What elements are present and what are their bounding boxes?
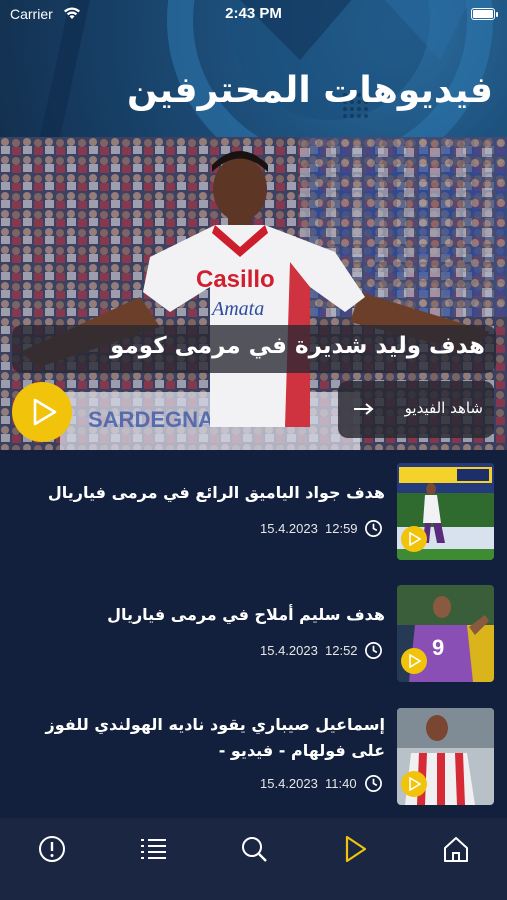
svg-text:SARDEGNA: SARDEGNA <box>88 407 214 432</box>
video-time: 11:40 <box>325 776 357 791</box>
video-date: 15.4.2023 <box>260 643 318 658</box>
jersey-sponsor: Casillo <box>196 266 275 293</box>
play-icon <box>409 654 422 668</box>
home-icon[interactable] <box>441 834 471 864</box>
list-item[interactable]: 9 هدف سليم أملاح في مرمى فياريال 12:52 1… <box>0 572 507 682</box>
featured-video[interactable]: SARDEGNA Casillo Amata هدف وليد شديرة في… <box>0 137 507 450</box>
watch-video-button[interactable]: شاهد الفيديو <box>338 381 494 438</box>
clock-icon <box>365 775 382 792</box>
status-bar: Carrier 2:43 PM <box>0 4 507 24</box>
video-date: 15.4.2023 <box>260 521 318 536</box>
clock-icon <box>365 520 382 537</box>
video-title[interactable]: هدف سليم أملاح في مرمى فياريال <box>7 602 385 628</box>
watch-video-label: شاهد الفيديو <box>404 399 483 417</box>
page-title: فيديوهات المحترفين <box>126 70 493 111</box>
info-icon[interactable] <box>37 834 67 864</box>
video-time: 12:52 <box>325 643 358 658</box>
video-time: 12:59 <box>325 521 358 536</box>
clock-icon <box>365 642 382 659</box>
search-icon[interactable] <box>239 834 269 864</box>
play-button[interactable] <box>401 526 427 552</box>
hero-title[interactable]: هدف وليد شديرة في مرمى كومو <box>110 333 485 359</box>
play-icon <box>409 532 422 546</box>
play-icon <box>33 398 57 426</box>
video-date: 15.4.2023 <box>260 776 318 791</box>
play-button[interactable] <box>401 771 427 797</box>
tab-bar <box>0 818 507 900</box>
video-thumbnail[interactable]: 9 <box>397 585 494 682</box>
play-icon[interactable] <box>340 834 370 864</box>
arrow-right-icon <box>354 403 374 415</box>
play-icon <box>409 777 422 791</box>
play-button[interactable] <box>12 382 72 442</box>
svg-text:9: 9 <box>432 635 444 660</box>
play-button[interactable] <box>401 648 427 674</box>
status-time: 2:43 PM <box>225 5 282 22</box>
video-title[interactable]: إسماعيل صيباري يقود ناديه الهولندي للفوز… <box>7 712 385 764</box>
list-icon[interactable] <box>138 834 168 864</box>
header: Carrier 2:43 PM فيديوهات المحترفين <box>0 0 507 137</box>
battery-icon <box>471 8 498 20</box>
video-title[interactable]: هدف جواد الياميق الرائع في مرمى فياريال <box>7 480 385 506</box>
list-item[interactable]: إسماعيل صيباري يقود ناديه الهولندي للفوز… <box>0 695 507 805</box>
list-item[interactable]: هدف جواد الياميق الرائع في مرمى فياريال … <box>0 450 507 560</box>
jersey-sub-sponsor: Amata <box>210 298 264 320</box>
video-thumbnail[interactable] <box>397 708 494 805</box>
video-thumbnail[interactable] <box>397 463 494 560</box>
